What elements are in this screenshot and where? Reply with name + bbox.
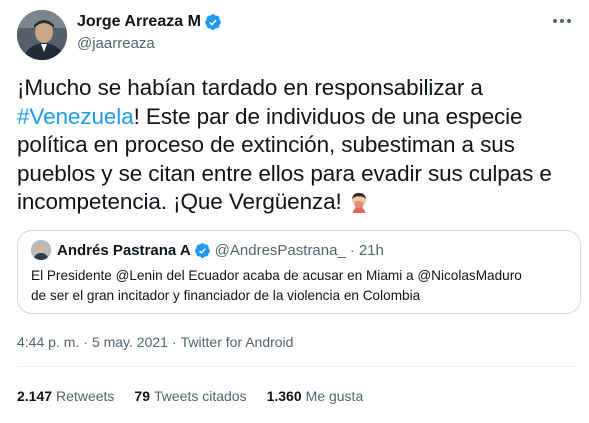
tweet-stats: 2.147 Retweets 79 Tweets citados 1.360 Me g… (17, 388, 383, 404)
tweet-text: ¡Mucho se habían tardado en responsabili… (17, 74, 579, 217)
separator-dot: · (349, 242, 355, 259)
quoted-tweet-card[interactable]: Andrés Pastrana A @AndresPastrana_ · 21h… (17, 230, 581, 314)
tweet-line: ¡Mucho se habían tardado en responsabili… (17, 75, 483, 100)
tweet-time[interactable]: 4:44 p. m. (17, 334, 79, 350)
quoted-tweet-time[interactable]: 21h (359, 242, 384, 259)
tweet-line: política en proceso de extinción, subest… (17, 132, 515, 157)
tweet-line: incompetencia. ¡Que Vergüenza! (17, 188, 579, 217)
divider (17, 366, 577, 367)
quoted-author-avatar[interactable] (31, 240, 51, 260)
author-name[interactable]: Jorge Arreaza M (77, 13, 201, 31)
quoted-tweet-header: Andrés Pastrana A @AndresPastrana_ · 21h (57, 242, 384, 259)
author-handle[interactable]: @jaarreaza (77, 35, 155, 52)
quote-tweets-stat[interactable]: 79 Tweets citados (134, 388, 246, 404)
tweet-line: pueblos y se citan entre ellos para evad… (17, 160, 552, 186)
tweet-meta: 4:44 p. m. · 5 may. 2021 · Twitter for A… (17, 334, 293, 350)
quoted-author-handle[interactable]: @AndresPastrana_ (215, 242, 346, 259)
quoted-tweet-line: de ser el gran incitador y financiador d… (31, 288, 421, 303)
verified-badge-icon (205, 14, 221, 30)
verified-badge-icon (194, 243, 210, 258)
author-avatar[interactable] (17, 10, 67, 60)
retweets-stat[interactable]: 2.147 Retweets (17, 388, 114, 404)
tweet-date[interactable]: 5 may. 2021 (92, 334, 168, 350)
likes-stat[interactable]: 1.360 Me gusta (267, 388, 364, 404)
face-palm-emoji (351, 192, 366, 213)
tweet-line: #Venezuela! Este par de individuos de un… (17, 103, 523, 129)
quoted-tweet-line: El Presidente @Lenin del Ecuador acaba d… (31, 268, 522, 283)
hashtag-link[interactable]: #Venezuela (17, 104, 134, 129)
quoted-tweet-text: El Presidente @Lenin del Ecuador acaba d… (31, 266, 571, 306)
tweet-source-link[interactable]: Twitter for Android (181, 334, 294, 350)
separator-dot: · (171, 334, 177, 350)
author-name-row: Jorge Arreaza M (77, 13, 222, 31)
separator-dot: · (83, 334, 88, 350)
author-avatar-image (17, 10, 67, 60)
quoted-author-avatar-image (31, 240, 51, 260)
quoted-author-name[interactable]: Andrés Pastrana A (57, 242, 191, 259)
more-options-icon[interactable] (553, 16, 575, 26)
